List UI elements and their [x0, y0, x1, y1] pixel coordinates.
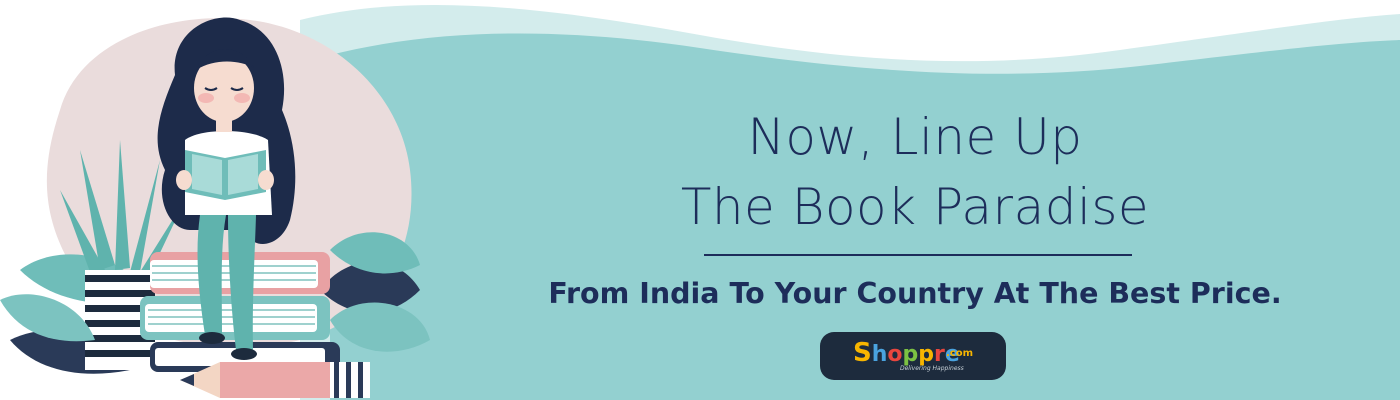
logo-letter: p	[902, 342, 919, 367]
headline-line-1: Now, Line Up	[747, 108, 1083, 166]
headline-line-2: The Book Paradise	[680, 178, 1150, 236]
shoppre-logo[interactable]: Shoppre .com Delivering Happiness	[820, 332, 1006, 380]
logo-letter: p	[918, 342, 935, 367]
reading-girl-illustration	[0, 17, 430, 398]
logo-letter: o	[887, 342, 903, 367]
logo-letter: h	[871, 342, 888, 367]
promo-banner: Now, Line Up The Book Paradise From Indi…	[0, 0, 1400, 400]
logo-letter: r	[934, 342, 945, 367]
logo-domain: .com	[946, 348, 974, 359]
logo-letter: S	[853, 338, 872, 368]
subheadline: From India To Your Country At The Best P…	[548, 277, 1282, 310]
logo-tagline: Delivering Happiness	[900, 365, 964, 372]
logo-wordmark: Shoppre	[853, 340, 960, 366]
headline-divider	[704, 254, 1132, 256]
